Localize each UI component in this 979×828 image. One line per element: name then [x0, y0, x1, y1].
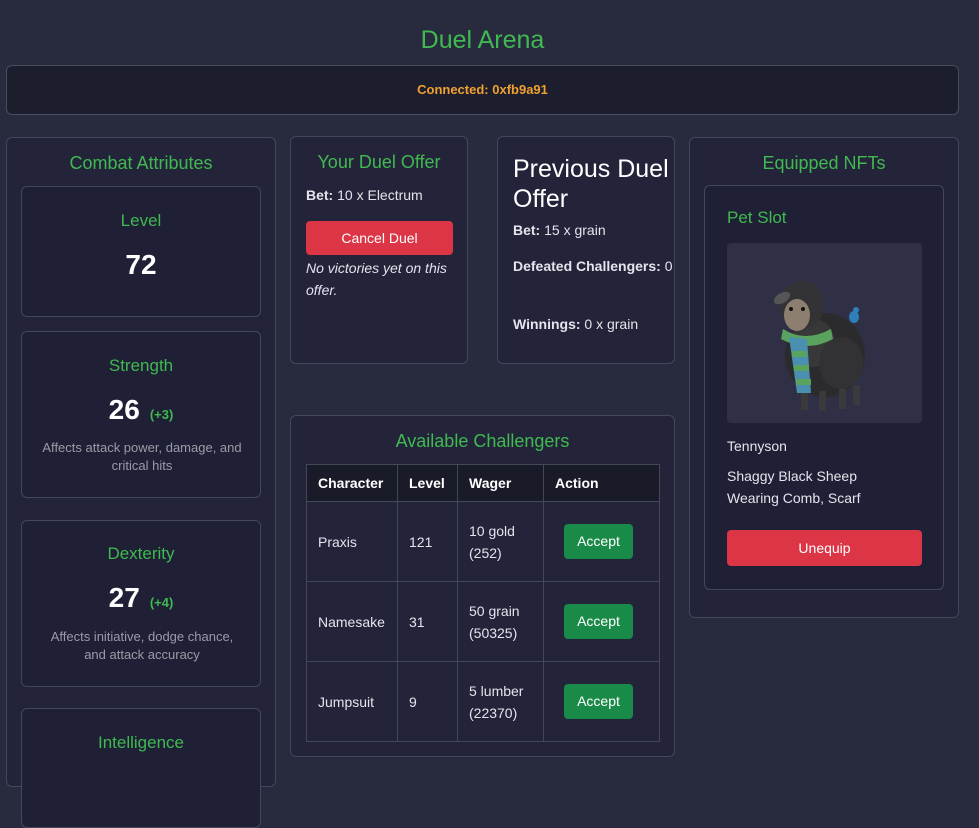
stat-strength-bonus: (+3)	[149, 407, 174, 422]
winnings-value: 0 x grain	[584, 316, 639, 332]
table-row: Namesake 31 50 grain (50325) Accept	[306, 581, 660, 662]
defeated-value: 0	[664, 258, 673, 274]
stat-intelligence: Intelligence	[21, 708, 261, 828]
stat-dexterity: Dexterity 27 (+4) Affects initiative, dod…	[21, 520, 261, 687]
column-header: Level	[397, 464, 458, 502]
stat-dexterity-description: Affects initiative, dodge chance, and at…	[50, 629, 234, 662]
stat-strength-name: Strength	[108, 356, 174, 375]
defeated-challengers: Defeated Challengers: 0	[513, 255, 673, 277]
equipped-nfts-panel: Equipped NFTs Pet Slot Tennyson Shaggy B…	[689, 137, 959, 618]
unequip-button[interactable]: Unequip	[727, 530, 922, 566]
table-header-row: Character Level Wager Action	[306, 464, 660, 502]
challenger-level: 31	[397, 581, 458, 662]
challengers-table: Character Level Wager Action Praxis 121 …	[306, 464, 660, 742]
duel-offer-note: No victories yet on this offer.	[306, 260, 447, 298]
stat-level-name: Level	[120, 211, 162, 230]
column-header: Action	[543, 464, 660, 502]
duel-offer-bet: Bet: 10 x Electrum	[306, 187, 423, 203]
stat-dexterity-value: 27	[108, 582, 140, 613]
bet-label: Bet:	[306, 187, 334, 203]
previous-bet-value: 15 x grain	[544, 222, 606, 238]
challengers-panel: Available Challengers Character Level Wa…	[290, 415, 675, 757]
previous-offer-title: Previous Duel Offer	[513, 155, 669, 213]
challengers-title: Available Challengers	[395, 431, 570, 451]
stat-intelligence-name: Intelligence	[97, 733, 184, 752]
combat-attributes-title: Combat Attributes	[69, 153, 213, 173]
previous-offer-panel: Previous Duel Offer Bet: 15 x grain Defe…	[497, 136, 675, 364]
winnings: Winnings: 0 x grain	[513, 313, 673, 335]
challenger-name: Praxis	[306, 501, 398, 582]
challenger-wager: 50 grain (50325)	[457, 581, 544, 662]
wallet-address: 0xfb9a91	[492, 82, 548, 97]
sheep-icon	[773, 281, 865, 411]
pet-name: Tennyson	[727, 438, 787, 454]
column-header: Wager	[457, 464, 544, 502]
stat-strength-description: Affects attack power, damage, and critic…	[42, 440, 242, 473]
combat-attributes-panel: Combat Attributes Level 72 Strength 26 (+…	[6, 137, 276, 828]
defeated-label: Defeated Challengers:	[513, 258, 661, 274]
pet-description: Shaggy Black Sheep Wearing Comb, Scarf	[727, 468, 861, 506]
pet-slot-label: Pet Slot	[727, 208, 787, 227]
challenger-wager: 10 gold (252)	[457, 501, 544, 582]
connection-label: Connected:	[417, 82, 489, 97]
table-row: Praxis 121 10 gold (252) Accept	[306, 501, 660, 582]
previous-bet-label: Bet:	[513, 222, 541, 238]
winnings-label: Winnings:	[513, 316, 581, 332]
cancel-duel-button[interactable]: Cancel Duel	[306, 221, 453, 255]
pet-slot-card: Pet Slot Tennyson Shaggy Black Sheep Wea…	[704, 185, 944, 590]
duel-offer-panel: Your Duel Offer Bet: 10 x Electrum Cance…	[290, 136, 468, 364]
bet-value: 10 x Electrum	[337, 187, 423, 203]
challenger-wager: 5 lumber (22370)	[457, 661, 544, 742]
accept-button[interactable]: Accept	[564, 524, 633, 559]
stat-dexterity-name: Dexterity	[107, 544, 175, 563]
challenger-name: Jumpsuit	[306, 661, 398, 742]
stat-strength-value: 26	[108, 394, 140, 425]
stat-strength: Strength 26 (+3) Affects attack power, da…	[21, 331, 261, 498]
page-title: Duel Arena	[420, 26, 545, 54]
stat-level: Level 72	[21, 186, 261, 317]
stat-dexterity-bonus: (+4)	[149, 595, 174, 610]
accept-button[interactable]: Accept	[564, 604, 633, 639]
challenger-level: 121	[397, 501, 458, 582]
previous-bet: Bet: 15 x grain	[513, 219, 673, 241]
accept-button[interactable]: Accept	[564, 684, 633, 719]
equipped-nfts-title: Equipped NFTs	[762, 153, 886, 173]
challenger-level: 9	[397, 661, 458, 742]
connection-status: Connected: 0xfb9a91	[6, 65, 959, 115]
stat-level-value: 72	[125, 249, 157, 280]
pet-image	[727, 243, 922, 423]
duel-offer-title: Your Duel Offer	[317, 152, 441, 172]
challenger-name: Namesake	[306, 581, 398, 662]
table-row: Jumpsuit 9 5 lumber (22370) Accept	[306, 661, 660, 742]
column-header: Character	[306, 464, 398, 502]
